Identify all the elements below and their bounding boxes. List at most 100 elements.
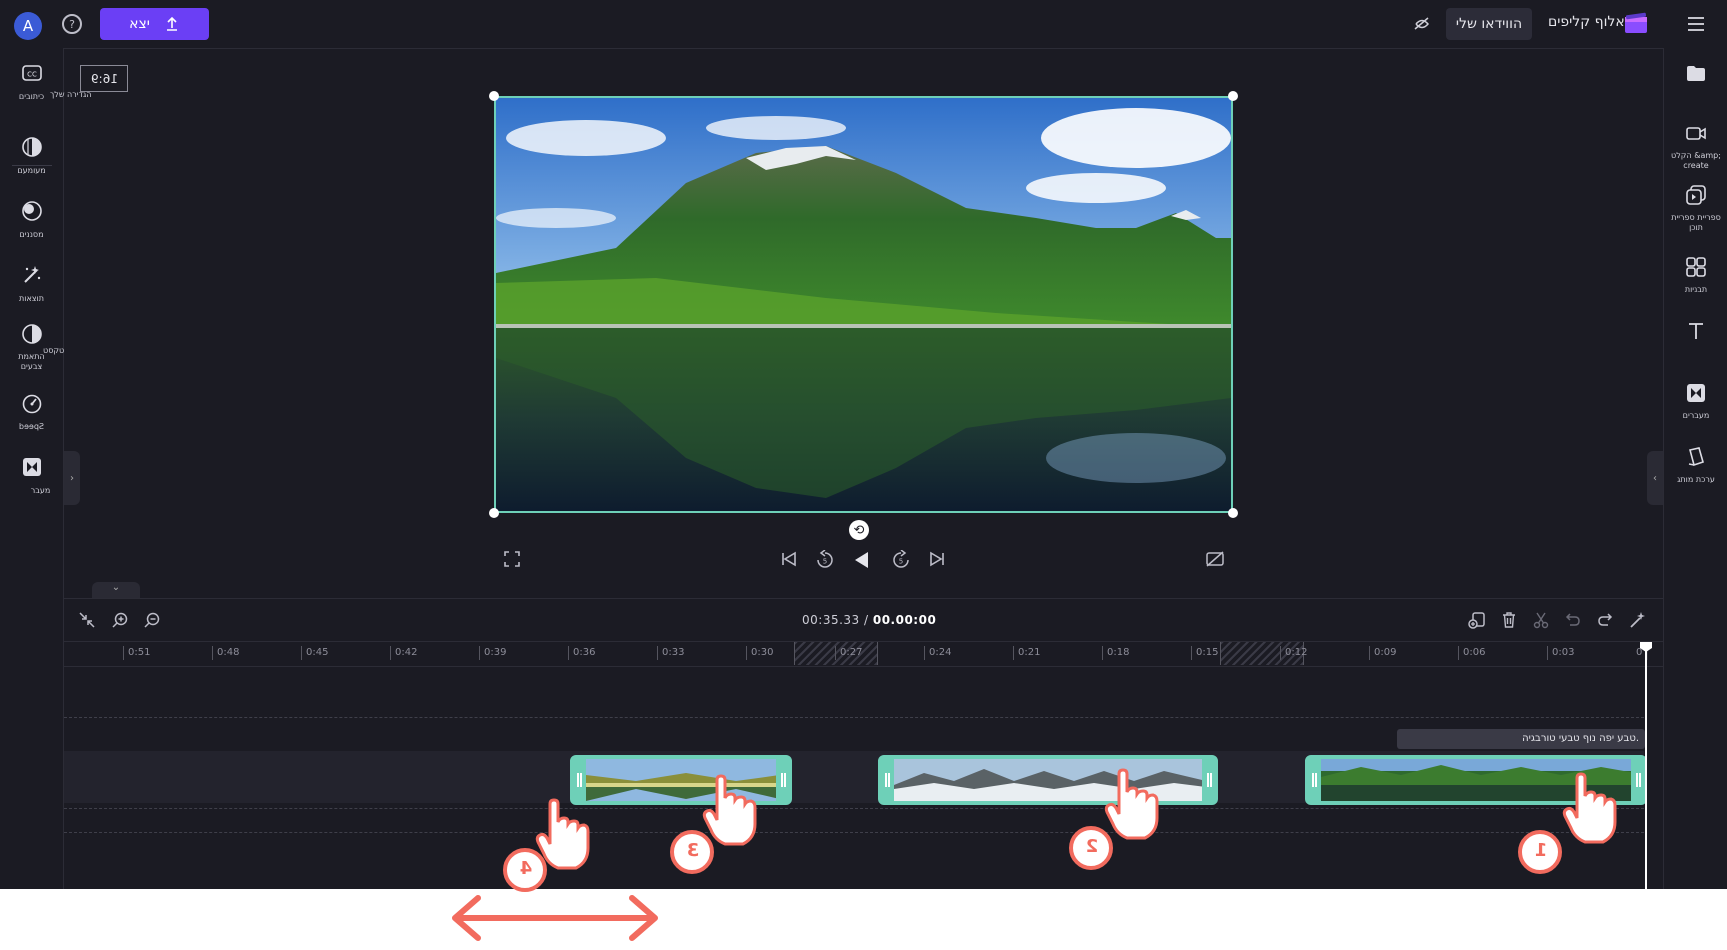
aspect-ratio-button[interactable]: 16:9 — [80, 65, 128, 92]
ruler-tick: 0:24 — [924, 646, 951, 660]
effects-icon — [23, 266, 40, 283]
timeline-panel: 00:35.33 / 00.00:00 0 0:03 0:06 0:09 0:1… — [64, 598, 1663, 889]
fade-tab[interactable]: מעומעם — [0, 136, 63, 176]
resize-handle-top-right[interactable] — [1228, 91, 1238, 101]
zoom-out-icon[interactable] — [143, 611, 161, 629]
brand-logo-icon — [1625, 12, 1647, 33]
hide-preview-icon[interactable] — [1412, 14, 1432, 34]
my-videos-button[interactable]: הווידאו שלי — [1446, 8, 1532, 40]
lane-divider — [64, 717, 1644, 718]
play-icon[interactable] — [852, 550, 872, 570]
transition-icon — [22, 458, 41, 476]
resize-handle-bottom-right[interactable] — [1228, 508, 1238, 518]
video-preview[interactable] — [494, 96, 1233, 513]
hamburger-menu-icon[interactable] — [1686, 14, 1706, 34]
landscape-preview-image — [496, 98, 1231, 511]
filters-tab[interactable]: מסננים — [0, 200, 63, 240]
help-icon[interactable]: ? — [62, 14, 82, 34]
audio-track — [64, 808, 1644, 834]
speed-label: Speed — [18, 422, 45, 431]
marker-4-label: 4 — [519, 858, 533, 879]
transitions-tab[interactable]: מעברים — [1664, 382, 1727, 421]
media-folder-icon — [1687, 66, 1705, 81]
aspect-ratio-value: 16:9 — [90, 71, 118, 86]
text-tab[interactable] — [1664, 320, 1727, 346]
collapse-right-panel-button[interactable]: ‹ — [1647, 451, 1663, 505]
record-create-tab[interactable]: הקלט &amp; create — [1664, 122, 1727, 171]
forward-5-icon[interactable]: 5 — [891, 550, 911, 570]
transitions-icon — [1687, 384, 1705, 402]
ruler-tick: 0:09 — [1369, 646, 1396, 660]
captions-icon: CC — [21, 65, 42, 81]
video-clip-1[interactable] — [1305, 755, 1647, 805]
avatar[interactable]: A — [14, 12, 42, 40]
resize-handle-bottom-left[interactable] — [489, 508, 499, 518]
export-button[interactable]: יצא — [100, 8, 209, 40]
rotate-icon[interactable]: ⟲ — [849, 520, 869, 540]
fade-label: מעומעם — [17, 166, 46, 175]
brand-kit-tab[interactable]: ערכת מותג — [1664, 446, 1727, 485]
skip-to-end-icon[interactable] — [928, 550, 946, 568]
filters-icon — [21, 201, 42, 221]
content-library-label: ספריית ספריית תוכן — [1671, 213, 1721, 232]
undo-icon[interactable] — [1564, 611, 1582, 629]
templates-tab[interactable]: תבניות — [1664, 256, 1727, 295]
ruler-tick: 0:33 — [657, 646, 684, 660]
ruler-tick: 0:42 — [390, 646, 417, 660]
timecode: 00:35.33 / 00.00:00 — [802, 613, 937, 627]
video-clip-3[interactable] — [570, 755, 792, 805]
captions-toggle-icon[interactable] — [1205, 550, 1225, 568]
rewind-5-icon[interactable]: 5 — [815, 550, 835, 570]
ruler-tick: 0:03 — [1547, 646, 1574, 660]
skip-to-start-icon[interactable] — [780, 550, 798, 568]
right-sidebar: הקלט &amp; create ספריית ספריית תוכן תבנ… — [1663, 48, 1727, 889]
timeline-collapse-button[interactable]: ⌄ — [92, 582, 140, 598]
split-icon[interactable] — [1532, 611, 1550, 629]
fullscreen-icon[interactable] — [503, 550, 521, 568]
text-icon — [1689, 323, 1703, 339]
ruler-tick: 0:27 — [835, 646, 862, 660]
add-media-icon[interactable] — [1468, 611, 1486, 629]
svg-text:5: 5 — [823, 558, 827, 566]
record-create-label: הקלט &amp; create — [1671, 151, 1721, 170]
playhead[interactable] — [1645, 646, 1647, 889]
svg-text:5: 5 — [899, 558, 903, 566]
templates-label: תבניות — [1684, 285, 1708, 294]
content-library-tab[interactable]: ספריית ספריית תוכן — [1664, 184, 1727, 233]
ruler-tick: 0:18 — [1102, 646, 1129, 660]
collapse-left-panel-button[interactable]: › — [64, 451, 80, 505]
content-library-icon — [1686, 185, 1706, 205]
drag-arrow-icon — [452, 895, 658, 941]
fade-icon — [21, 137, 42, 157]
magic-wand-icon[interactable] — [1629, 611, 1647, 629]
ruler-tick: 0:06 — [1458, 646, 1485, 660]
zoom-in-icon[interactable] — [111, 611, 129, 629]
brand-kit-icon — [1688, 447, 1704, 467]
effects-tab[interactable]: תוצאות — [0, 264, 63, 304]
transition-tab[interactable]: מעבר — [0, 456, 63, 496]
timeline-ruler[interactable]: 0 0:03 0:06 0:09 0:12 0:15 0:18 0:21 0:2… — [64, 641, 1663, 667]
speed-tab[interactable]: Speed — [0, 392, 63, 432]
filters-label: מסננים — [19, 230, 44, 239]
redo-icon[interactable] — [1596, 611, 1614, 629]
marker-2-label: 2 — [1085, 836, 1099, 857]
delete-icon[interactable] — [1500, 611, 1518, 629]
ruler-tick: 0:51 — [123, 646, 150, 660]
text-label: טקסט — [43, 346, 65, 355]
timeline-toolbar: 00:35.33 / 00.00:00 — [64, 599, 1663, 641]
color-adjust-icon — [21, 324, 42, 344]
top-bar: A ? יצא הווידאו שלי אלוף קליפים — [0, 0, 1727, 49]
templates-icon — [1686, 257, 1706, 277]
text-clip[interactable]: טבע יפה נוף טבעי טורבגיה. — [1397, 729, 1645, 749]
fit-timeline-icon[interactable] — [78, 611, 96, 629]
upload-icon — [166, 16, 177, 31]
video-clip-2[interactable] — [878, 755, 1218, 805]
resize-handle-top-left[interactable] — [489, 91, 499, 101]
total-time: 00:35.33 — [802, 613, 860, 627]
ruler-tick: 0:15 — [1191, 646, 1218, 660]
svg-text:CC: CC — [27, 71, 37, 79]
media-tab[interactable] — [1664, 62, 1727, 88]
ruler-tick: 0:36 — [568, 646, 595, 660]
brand-kit-label: ערכת מותג — [1677, 475, 1715, 484]
aspect-ratio-label: הגדירה שלך — [50, 90, 92, 99]
